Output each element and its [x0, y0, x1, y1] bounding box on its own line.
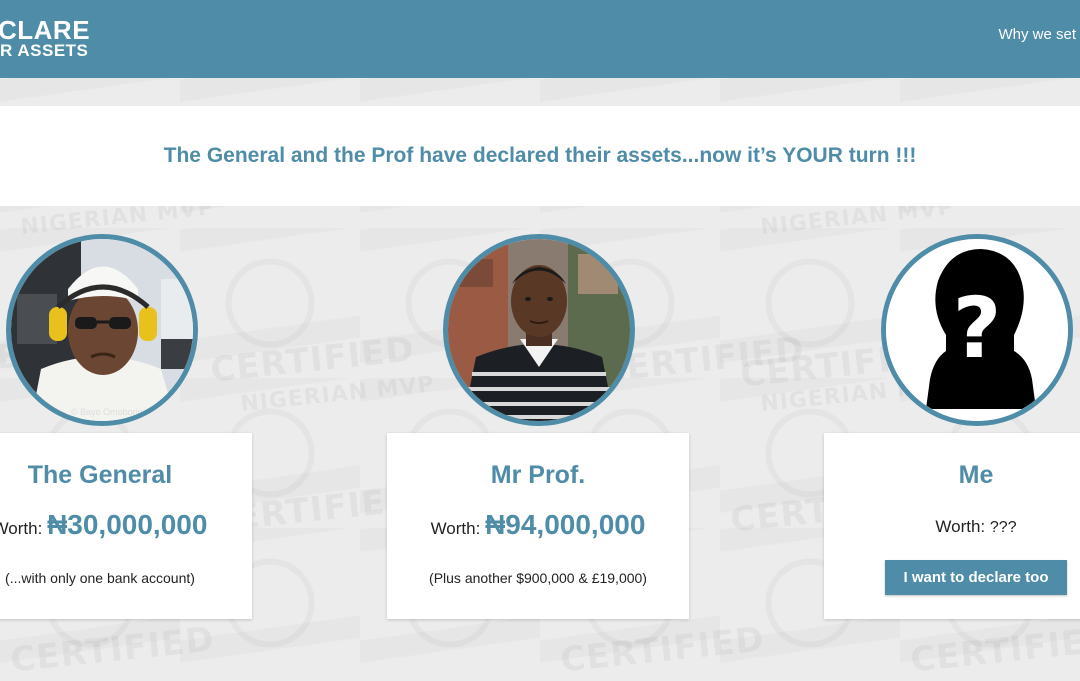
- logo-line-2: R ASSETS: [0, 41, 89, 60]
- logo-line-1: CLARE: [0, 15, 91, 45]
- worth-label: Worth:: [0, 519, 43, 538]
- avatar-the-general: © Bayo Omoboriowo: [6, 234, 198, 426]
- card-note: (...with only one bank account): [5, 570, 195, 586]
- svg-text:?: ?: [953, 279, 1002, 377]
- site-logo[interactable]: CLARE R ASSETS: [0, 15, 91, 60]
- hero-banner: The General and the Prof have declared t…: [0, 106, 1080, 206]
- photo-credit: © Bayo Omoboriowo: [71, 407, 155, 417]
- card-mr-prof: Mr Prof. Worth: ₦94,000,000 (Plus anothe…: [387, 433, 689, 619]
- portrait-prof-image: [448, 239, 630, 421]
- card-note: (Plus another $900,000 & £19,000): [429, 570, 647, 586]
- mystery-person-icon: ?: [886, 239, 1068, 421]
- card-me: Me Worth: ??? I want to declare too: [824, 433, 1080, 619]
- site-header: CLARE R ASSETS Why we set: [0, 0, 1080, 78]
- portrait-general-image: [11, 239, 193, 421]
- card-the-general: The General Worth: ₦30,000,000 (...with …: [0, 433, 252, 619]
- worth-value: ₦30,000,000: [47, 509, 208, 540]
- worth-value: ???: [989, 519, 1017, 536]
- card-name: Me: [958, 461, 994, 489]
- worth-label: Worth:: [430, 519, 481, 538]
- card-name: The General: [27, 461, 173, 489]
- card-worth: Worth: ₦94,000,000: [387, 509, 689, 541]
- worth-value: ₦94,000,000: [485, 509, 646, 540]
- card-worth: Worth: ???: [824, 517, 1080, 537]
- nav-link-why-we-set[interactable]: Why we set: [998, 26, 1076, 43]
- avatar-mr-prof: [443, 234, 635, 426]
- banner-heading: The General and the Prof have declared t…: [163, 144, 917, 167]
- avatar-me: ?: [881, 234, 1073, 426]
- declare-button[interactable]: I want to declare too: [885, 560, 1067, 595]
- worth-label: Worth:: [935, 517, 986, 536]
- card-worth: Worth: ₦30,000,000: [0, 509, 252, 541]
- card-name: Mr Prof.: [490, 461, 586, 489]
